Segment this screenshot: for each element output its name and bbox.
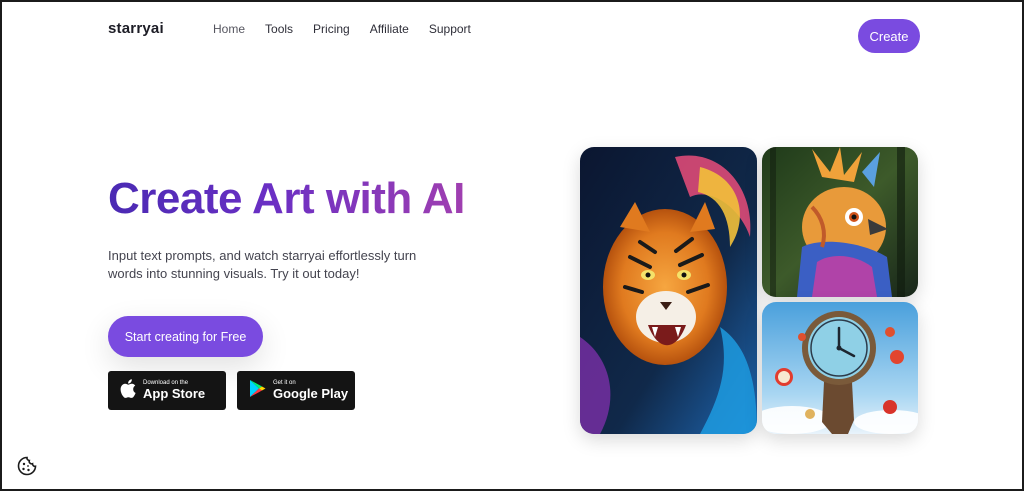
app-store-label: App Store bbox=[143, 386, 206, 401]
clock-artwork[interactable] bbox=[762, 302, 918, 434]
logo[interactable]: starryai bbox=[108, 20, 164, 37]
nav-tools[interactable]: Tools bbox=[265, 22, 293, 36]
hero-subtitle: Input text prompts, and watch starryai e… bbox=[108, 248, 417, 281]
nav-support[interactable]: Support bbox=[429, 22, 471, 36]
bird-artwork[interactable] bbox=[762, 147, 918, 297]
create-button[interactable]: Create bbox=[858, 19, 920, 53]
nav-affiliate[interactable]: Affiliate bbox=[370, 22, 409, 36]
nav-pricing[interactable]: Pricing bbox=[313, 22, 350, 36]
nav-home[interactable]: Home bbox=[213, 22, 245, 36]
google-play-button[interactable]: Get it on Google Play bbox=[237, 371, 355, 410]
start-creating-button[interactable]: Start creating for Free bbox=[108, 316, 263, 357]
main-nav: Home Tools Pricing Affiliate Support bbox=[213, 22, 471, 36]
google-play-icon bbox=[249, 379, 266, 403]
apple-icon bbox=[120, 378, 136, 403]
google-play-label: Google Play bbox=[273, 386, 349, 401]
tiger-artwork[interactable] bbox=[580, 147, 757, 434]
app-store-button[interactable]: Download on the App Store bbox=[108, 371, 226, 410]
hero-title: Create Art with AI bbox=[108, 174, 465, 223]
cookie-icon[interactable] bbox=[17, 456, 37, 476]
